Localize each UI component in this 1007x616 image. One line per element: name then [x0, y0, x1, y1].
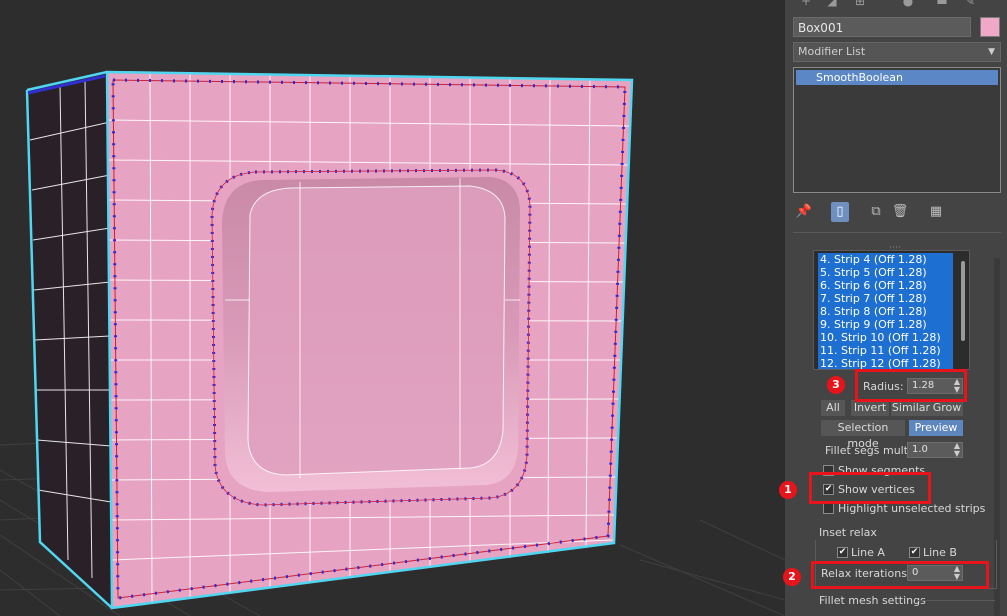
annotation-badge-2: 2: [783, 568, 801, 586]
annotation-badge-3: 3: [827, 376, 845, 394]
grow-button[interactable]: Grow: [931, 400, 963, 416]
pin-stack-icon[interactable]: 📌: [795, 202, 813, 222]
divider: [917, 600, 995, 601]
list-item[interactable]: 6. Strip 6 (Off 1.28): [818, 279, 953, 292]
similar-button[interactable]: Similar: [891, 400, 931, 416]
highlight-box-relax-iterations: [811, 561, 989, 589]
list-item[interactable]: 5. Strip 5 (Off 1.28): [818, 266, 953, 279]
inset-relax-heading: Inset relax: [819, 526, 877, 539]
remove-modifier-icon[interactable]: 🗑: [891, 202, 909, 222]
list-item[interactable]: 8. Strip 8 (Off 1.28): [818, 305, 953, 318]
show-end-result-icon[interactable]: ▯: [831, 202, 849, 222]
motion-tab-icon[interactable]: ●: [899, 0, 917, 8]
object-color-swatch[interactable]: [980, 17, 1000, 37]
highlight-unselected-checkbox[interactable]: [823, 503, 834, 514]
command-panel: + ◢ ⊞ ● ▬ ✎ Box001 Modifier List ▼ Smoot…: [785, 0, 1007, 616]
annotation-badge-1: 1: [779, 481, 797, 499]
list-item[interactable]: 11. Strip 11 (Off 1.28): [818, 344, 953, 357]
strip-list[interactable]: 4. Strip 4 (Off 1.28) 5. Strip 5 (Off 1.…: [813, 250, 970, 370]
display-tab-icon[interactable]: ▬: [933, 0, 951, 8]
list-item[interactable]: 7. Strip 7 (Off 1.28): [818, 292, 953, 305]
modifier-stack[interactable]: SmoothBoolean: [793, 67, 1001, 193]
strip-list-scrollbar[interactable]: [961, 261, 965, 341]
fillet-segs-spinner[interactable]: 1.0 ▲ ▼: [907, 442, 963, 458]
make-unique-icon[interactable]: ⧉: [867, 202, 885, 222]
stack-item-smoothboolean[interactable]: SmoothBoolean: [796, 70, 998, 85]
list-item[interactable]: 4. Strip 4 (Off 1.28): [818, 253, 953, 266]
highlight-box-radius: [855, 369, 967, 402]
invert-button[interactable]: Invert: [851, 400, 889, 416]
highlight-box-show-vertices: [809, 472, 931, 504]
fillet-segs-label: Fillet segs mult.:: [825, 444, 916, 457]
line-b-label: Line B: [923, 546, 957, 559]
create-tab-icon[interactable]: +: [797, 0, 815, 8]
all-button[interactable]: All: [821, 400, 845, 416]
fillet-mesh-settings-heading: Fillet mesh settings: [819, 594, 926, 607]
line-b-checkbox[interactable]: ✔: [909, 547, 920, 558]
viewport-perspective[interactable]: [0, 0, 785, 616]
utilities-tab-icon[interactable]: ✎: [961, 0, 979, 8]
modifier-list-dropdown[interactable]: Modifier List ▼: [793, 42, 1001, 62]
spinner-arrows-icon[interactable]: ▲ ▼: [954, 442, 960, 458]
divider: [793, 232, 1001, 233]
configure-modifier-sets-icon[interactable]: ▦: [927, 202, 945, 222]
hierarchy-tab-icon[interactable]: ⊞: [851, 0, 869, 8]
modifier-list-label: Modifier List: [798, 45, 866, 58]
chevron-down-icon: ▼: [988, 47, 995, 57]
modify-tab-icon[interactable]: ◢: [823, 0, 841, 8]
box-mesh-render: [0, 70, 785, 616]
selection-mode-button[interactable]: Selection mode: [821, 420, 905, 450]
list-item[interactable]: 10. Strip 10 (Off 1.28): [818, 331, 953, 344]
list-item[interactable]: 9. Strip 9 (Off 1.28): [818, 318, 953, 331]
preview-button[interactable]: Preview: [909, 420, 963, 436]
object-name-field[interactable]: Box001: [793, 17, 971, 37]
line-a-checkbox[interactable]: ✔: [837, 547, 848, 558]
line-a-label: Line A: [851, 546, 885, 559]
fillet-segs-value: 1.0: [912, 444, 928, 455]
